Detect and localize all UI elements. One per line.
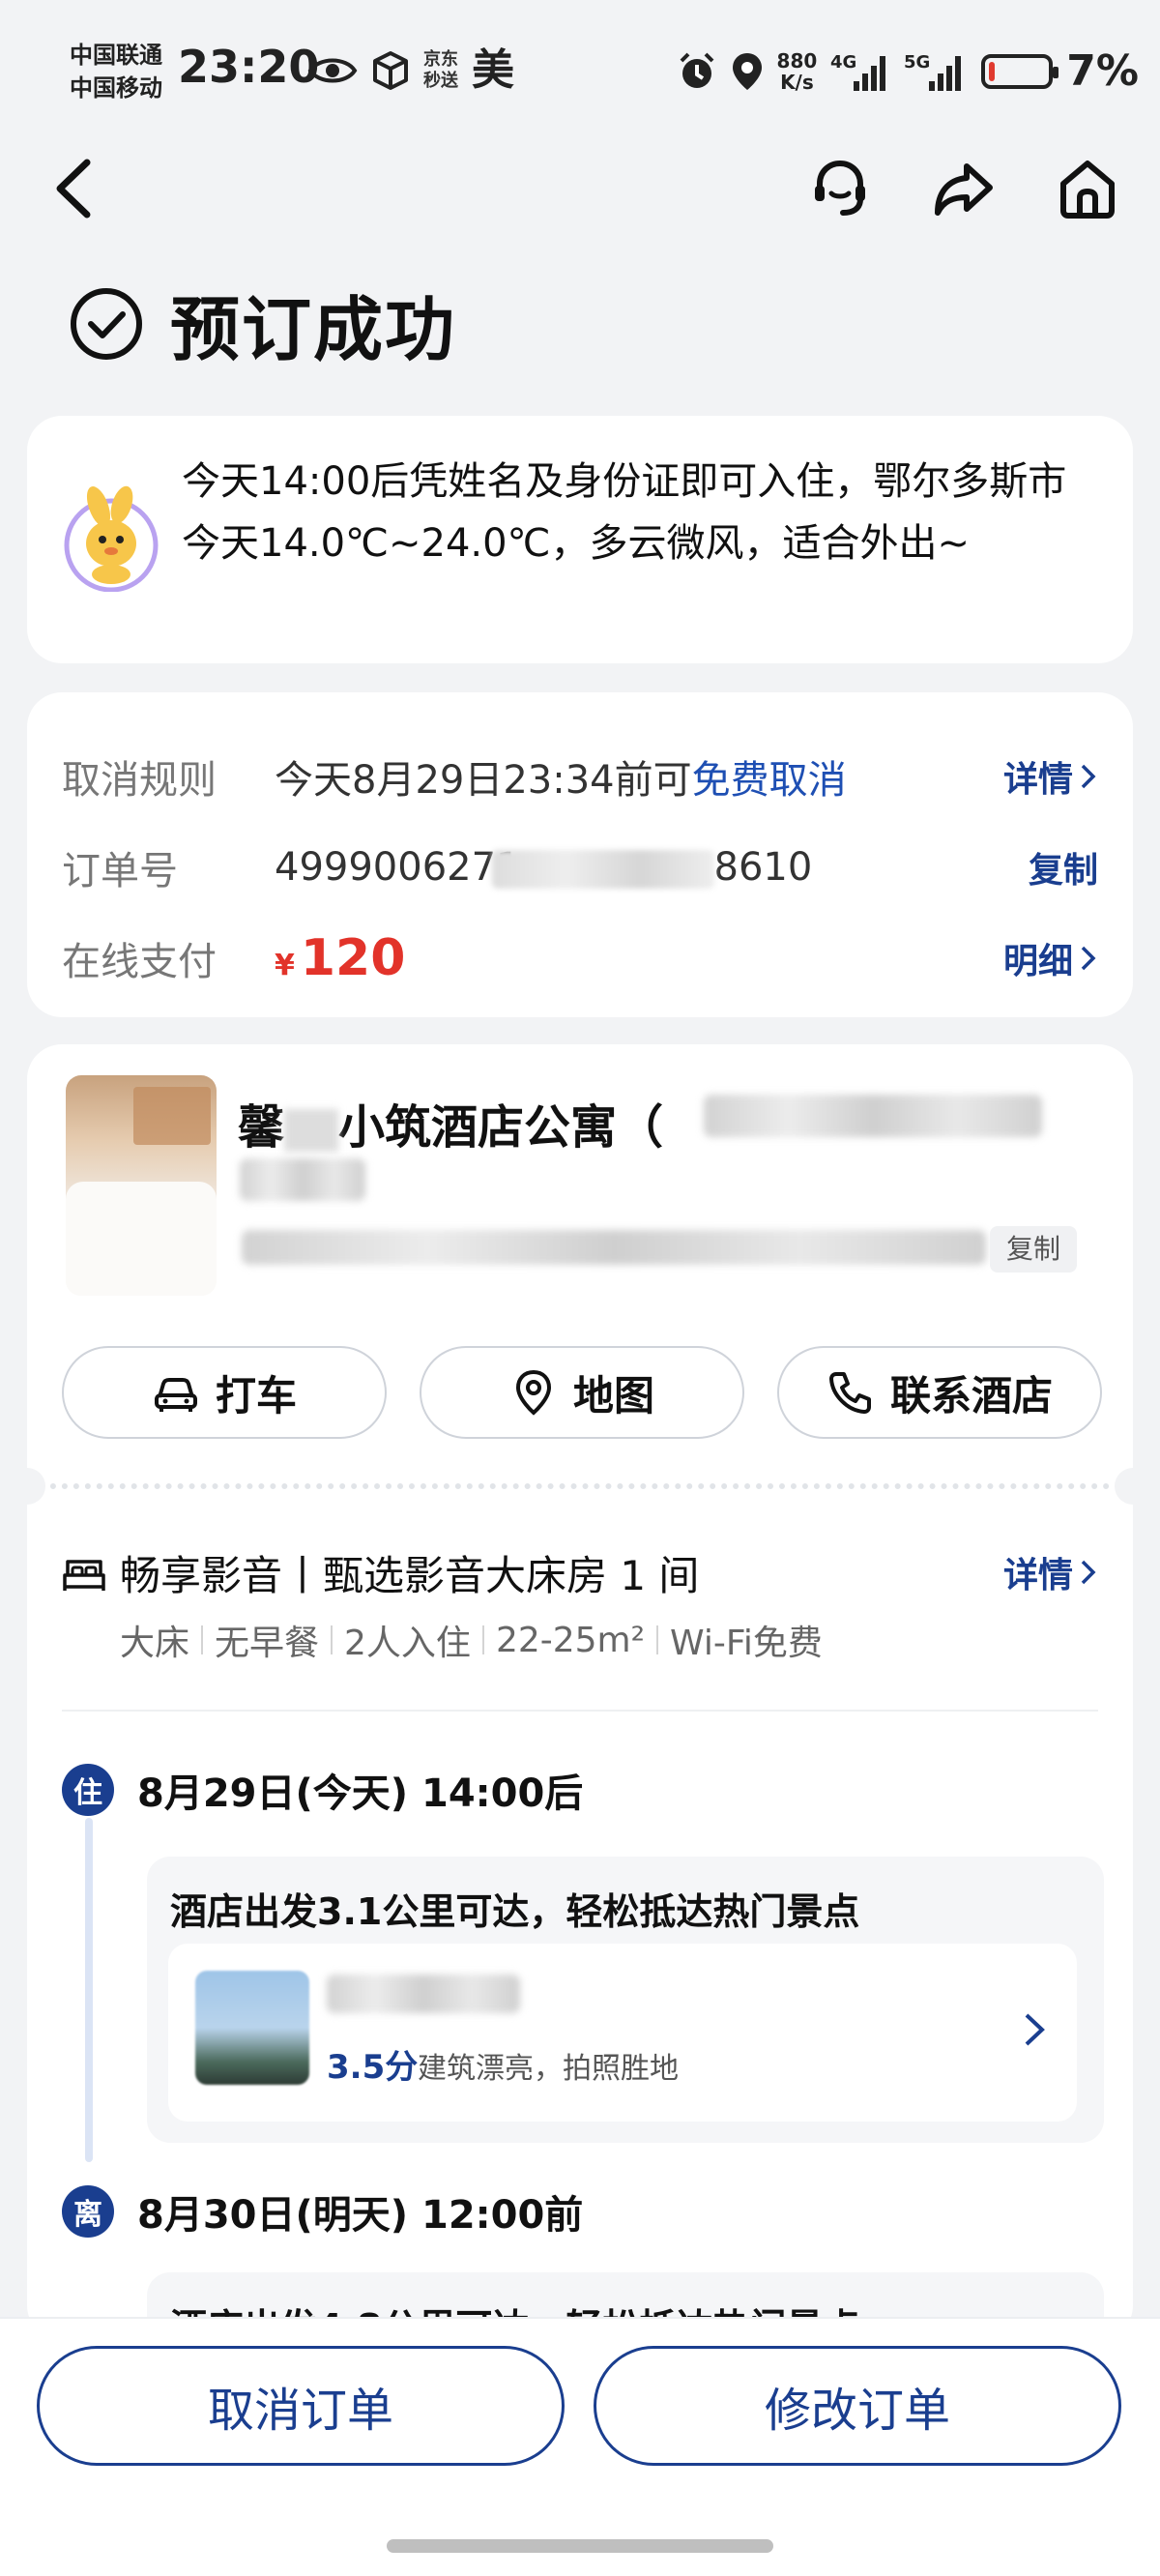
room-tag: 22-25m² [495, 1620, 646, 1660]
chevron-right-icon [1025, 2013, 1045, 2046]
chevron-right-icon [1081, 1560, 1096, 1585]
bottom-action-bar: 取消订单 修改订单 [0, 2317, 1160, 2576]
checkout-row: 离 8月30日(明天) 12:00前 [62, 2183, 583, 2239]
location-status-icon [732, 52, 762, 90]
room-title: 畅享影音丨甄选影音大床房 1 间 [62, 1543, 699, 1602]
share-icon[interactable] [930, 155, 998, 222]
chevron-right-icon [1081, 946, 1096, 971]
check-circle-icon [71, 287, 142, 360]
order-info-card: 取消规则 今天8月29日23:34前可免费取消 详情 订单号 499900627… [27, 692, 1133, 1017]
customer-service-icon[interactable] [806, 155, 874, 222]
checkin-tip-card: 今天14:00后凭姓名及身份证即可入住，鄂尔多斯市今天14.0℃~24.0℃，多… [27, 416, 1133, 663]
copy-order-number-button[interactable]: 复制 [1029, 842, 1098, 893]
redacted-attraction-name [327, 1975, 520, 2013]
attraction-item[interactable]: 3.5分 建筑漂亮，拍照胜地 [168, 1944, 1077, 2122]
hotel-card: 馨小筑酒店公寓（ 复制 打车 地图 联系酒店 畅享影音丨甄选影音大床房 1 间 … [9, 1044, 1151, 2350]
chevron-right-icon [1081, 764, 1096, 789]
alarm-icon [680, 52, 713, 88]
status-time: 23:20 [178, 41, 320, 93]
page-title: 预订成功 [170, 289, 457, 370]
stay-timeline [85, 1818, 93, 2162]
checkin-date: 8月29日(今天) 14:00后 [137, 1771, 584, 1816]
carrier-1: 中国联通 [70, 42, 162, 69]
copy-address-button[interactable]: 复制 [990, 1226, 1077, 1273]
location-pin-icon [515, 1369, 551, 1416]
redacted-name-part [284, 1109, 339, 1152]
bed-icon [63, 1559, 105, 1591]
room-tag: Wi-Fi免费 [670, 1624, 823, 1663]
carrier-2: 中国移动 [70, 74, 162, 102]
map-button[interactable]: 地图 [420, 1346, 744, 1439]
checkout-badge: 离 [62, 2185, 114, 2238]
signal-5g-icon: 5G [904, 52, 962, 91]
room-tag: 2人入住 [344, 1624, 471, 1663]
checkin-badge: 住 [62, 1764, 114, 1816]
home-indicator[interactable] [387, 2539, 773, 2553]
free-cancel-text: 免费取消 [691, 758, 847, 803]
room-detail-button[interactable]: 详情 [1003, 1547, 1098, 1597]
cancel-policy-row: 取消规则 今天8月29日23:34前可免费取消 详情 [62, 731, 1098, 822]
section-divider [27, 1483, 1133, 1489]
room-tags: 大床 无早餐 2人入住 22-25m² Wi-Fi免费 [120, 1615, 823, 1665]
booking-status: 预订成功 [68, 273, 456, 374]
redacted-hotel-name-line2 [240, 1158, 365, 1201]
cancel-policy-value: 今天8月29日23:34前可免费取消 [275, 758, 847, 803]
mascot-icon [64, 485, 159, 592]
phone-icon [828, 1372, 871, 1414]
payment-amount: ¥120 [275, 929, 406, 987]
order-number-row: 订单号 4999006271 8610 复制 [62, 822, 1098, 913]
taxi-button[interactable]: 打车 [62, 1346, 387, 1439]
payment-detail-button[interactable]: 明细 [1003, 933, 1098, 983]
meituan-icon: 美 [472, 45, 514, 95]
room-tag: 无早餐 [215, 1624, 320, 1663]
battery-icon [981, 53, 1059, 89]
svg-text:5G: 5G [904, 52, 930, 73]
attraction-photo [195, 1971, 309, 2085]
modify-order-button[interactable]: 修改订单 [594, 2346, 1121, 2466]
back-arrow-icon[interactable] [48, 155, 106, 222]
signal-4g-icon: 4G [830, 52, 886, 91]
battery-percent: 7% [1066, 46, 1139, 96]
online-payment-row: 在线支付 ¥120 明细 [62, 913, 1098, 1004]
carrier-names: 中国联通 中国移动 [70, 39, 162, 104]
room-tag: 大床 [120, 1624, 190, 1663]
cube-icon [373, 51, 408, 90]
home-icon[interactable] [1054, 155, 1121, 222]
checkout-date: 8月30日(明天) 12:00前 [137, 2193, 584, 2238]
checkin-row: 住 8月29日(今天) 14:00后 [62, 1762, 583, 1818]
hotel-photo[interactable] [66, 1075, 217, 1296]
attraction-score: 3.5分 [327, 2048, 419, 2087]
jd-label: 京东 秒送 [423, 49, 458, 91]
redacted-order-digits [491, 850, 714, 889]
tip-text: 今天14:00后凭姓名及身份证即可入住，鄂尔多斯市今天14.0℃~24.0℃，多… [182, 459, 1067, 566]
nearby-attractions-title: 酒店出发3.1公里可达，轻松抵达热门景点 [170, 1890, 860, 1933]
redacted-hotel-address [242, 1230, 986, 1265]
order-number-label: 订单号 [62, 849, 178, 893]
payment-label: 在线支付 [62, 940, 217, 984]
contact-hotel-button[interactable]: 联系酒店 [777, 1346, 1102, 1439]
car-icon [154, 1378, 197, 1412]
hotel-name[interactable]: 馨小筑酒店公寓（ [238, 1089, 663, 1156]
eye-icon [307, 58, 358, 83]
cancel-order-button[interactable]: 取消订单 [37, 2346, 565, 2466]
nearby-attractions-card: 酒店出发3.1公里可达，轻松抵达热门景点 3.5分 建筑漂亮，拍照胜地 [147, 1857, 1104, 2143]
svg-text:4G: 4G [830, 52, 856, 73]
network-speed: 880 K/s [776, 48, 818, 94]
status-bar: 中国联通 中国移动 23:20 京东 秒送 美 880 K/s 4G 5G 7% [0, 0, 1160, 135]
hotel-actions: 打车 地图 联系酒店 [62, 1346, 1102, 1439]
cancel-policy-label: 取消规则 [62, 758, 217, 803]
redacted-hotel-name-rest [704, 1095, 1042, 1137]
cancel-policy-detail-button[interactable]: 详情 [1003, 751, 1098, 802]
order-number-value: 4999006271 8610 [275, 845, 813, 890]
attraction-description: 建筑漂亮，拍照胜地 [418, 2052, 679, 2086]
nav-actions [806, 155, 1121, 222]
